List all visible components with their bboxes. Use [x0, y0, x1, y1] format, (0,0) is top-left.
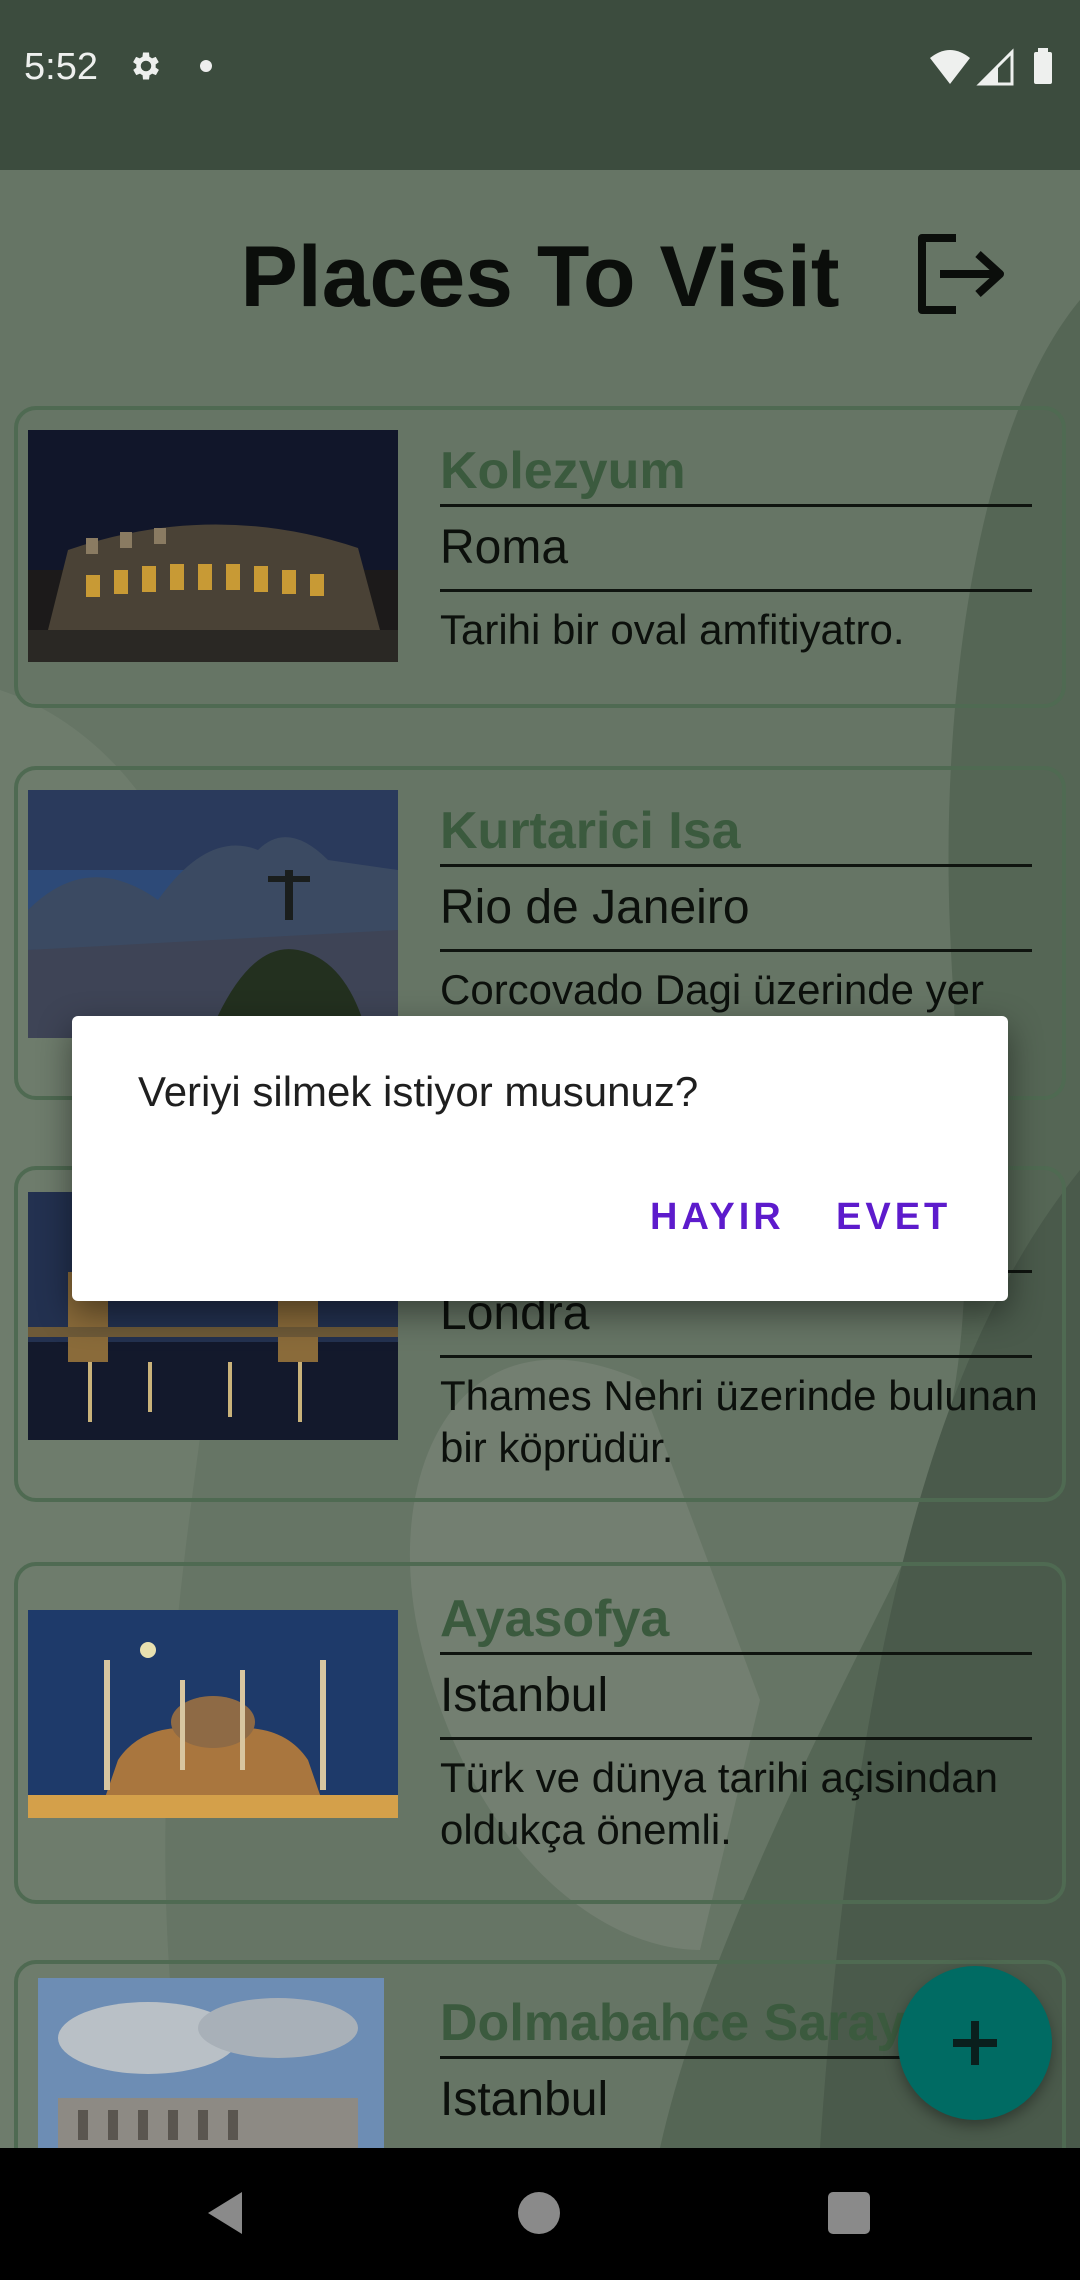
back-icon[interactable] — [202, 2188, 248, 2238]
status-icons — [930, 48, 1052, 86]
place-description: Türk ve dünya tarihi açisindan oldukça ö… — [440, 1754, 998, 1853]
place-card[interactable]: Ayasofya Istanbul Türk ve dünya tarihi a… — [14, 1562, 1066, 1904]
place-description: Thames Nehri üzerinde bulunan bir köprüd… — [440, 1372, 1038, 1471]
notification-dot-icon — [200, 60, 212, 72]
status-bar: 5:52 — [0, 0, 1080, 170]
place-description: Corcovado Dagi üzerinde yer — [440, 966, 984, 1013]
place-name: Kurtarici Isa — [440, 802, 741, 860]
place-image — [38, 1978, 384, 2148]
place-name: Ayasofya — [440, 1590, 670, 1648]
divider — [440, 1355, 1032, 1358]
gear-icon — [133, 52, 159, 80]
divider — [440, 589, 1032, 592]
place-image — [28, 430, 398, 662]
dialog-message: Veriyi silmek istiyor musunuz? — [138, 1068, 699, 1115]
navigation-bar — [0, 2148, 1080, 2280]
place-card[interactable]: Kolezyum Roma Tarihi bir oval amfitiyatr… — [14, 406, 1066, 708]
divider — [440, 949, 1032, 952]
add-place-button[interactable] — [898, 1966, 1052, 2120]
divider — [440, 1737, 1032, 1740]
place-city: Roma — [440, 521, 569, 574]
battery-icon — [1034, 52, 1052, 84]
place-city: Rio de Janeiro — [440, 881, 750, 934]
place-name: Kolezyum — [440, 442, 686, 500]
recents-icon[interactable] — [828, 2192, 870, 2234]
no-button[interactable]: HAYIR — [650, 1196, 785, 1239]
home-icon[interactable] — [518, 2192, 560, 2234]
place-city: Istanbul — [440, 1669, 609, 1722]
place-image — [28, 1610, 398, 1818]
plus-icon — [953, 2021, 997, 2065]
place-description: Tarihi bir oval amfitiyatro. — [440, 606, 905, 653]
logout-icon[interactable] — [912, 230, 1008, 326]
status-time: 5:52 — [24, 46, 98, 88]
yes-button[interactable]: EVET — [836, 1196, 951, 1239]
place-image — [28, 790, 398, 1038]
delete-confirm-dialog: Veriyi silmek istiyor musunuz? HAYIR EVE… — [72, 1016, 1008, 1301]
wifi-icon — [930, 50, 970, 84]
